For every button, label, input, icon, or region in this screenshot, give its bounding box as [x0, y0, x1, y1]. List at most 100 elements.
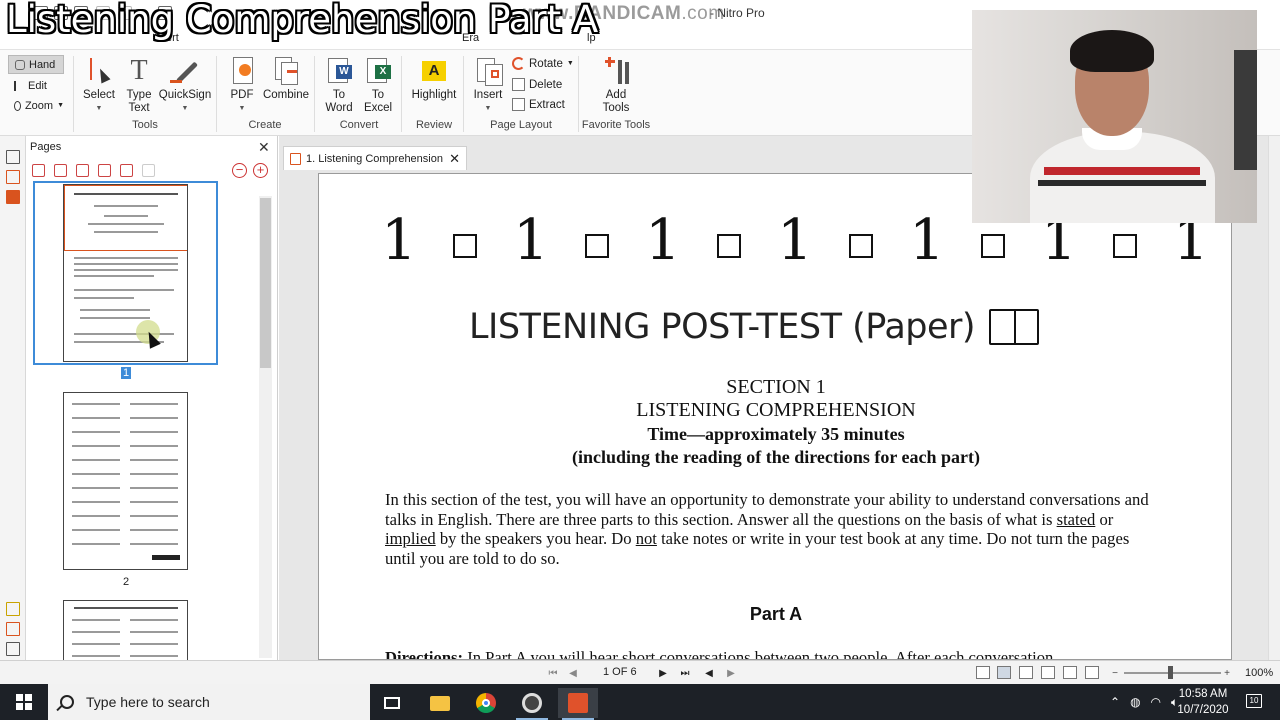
insert-page-icon [473, 56, 503, 86]
taskbar-clock[interactable]: 10:58 AM 10/7/2020 [1168, 686, 1238, 718]
box-row-digit: 1 [513, 208, 549, 273]
delete-icon[interactable] [76, 164, 89, 177]
fit-width-icon[interactable] [1085, 666, 1099, 679]
wifi-icon[interactable]: ◠ [1151, 695, 1161, 709]
recorder-app-icon[interactable] [512, 688, 552, 720]
page-indicator[interactable]: 1 OF 6 [603, 666, 637, 678]
para-implied: implied [385, 529, 436, 549]
select-button[interactable]: Select ▼ [83, 56, 115, 115]
bookmarks-icon[interactable] [6, 170, 20, 184]
comments-icon[interactable] [6, 602, 20, 616]
zoom-out-slider-icon[interactable]: − [1108, 666, 1122, 680]
zoom-tool-button[interactable]: Zoom ▼ [8, 96, 64, 115]
output-icon[interactable] [6, 642, 20, 656]
last-page-icon[interactable]: ⏭ [678, 666, 692, 680]
combine-button[interactable]: Combine [263, 56, 309, 102]
to-excel-label: To Excel [363, 89, 393, 114]
rotate-label: Rotate [529, 57, 563, 70]
rotate-icon [512, 57, 525, 70]
file-explorer-icon[interactable] [420, 688, 460, 718]
facing-view-icon[interactable] [1019, 666, 1033, 679]
select-cursor-icon [84, 56, 114, 86]
previous-view-icon[interactable]: ◀ [702, 666, 716, 680]
box-row-digit: 1 [777, 208, 813, 273]
document-scrollbar[interactable] [1268, 136, 1280, 660]
edit-tool-button[interactable]: Edit [8, 76, 64, 95]
ribbon-divider [463, 56, 464, 132]
select-label: Select [83, 89, 115, 101]
extract-page-icon [512, 98, 525, 111]
attachments-icon[interactable] [6, 190, 20, 204]
review-group-label: Review [415, 119, 453, 131]
zoom-out-icon[interactable]: − [232, 163, 247, 178]
add-tools-button[interactable]: Add Tools [595, 56, 637, 115]
rotate-right-icon[interactable] [54, 164, 67, 177]
para-part-2: by the speakers you hear. Do [435, 529, 636, 549]
edit-label: Edit [28, 79, 47, 92]
page-layout-group-label: Page Layout [490, 119, 552, 131]
rotate-button[interactable]: Rotate ▼ [512, 57, 574, 70]
delete-page-button[interactable]: Delete [512, 78, 562, 91]
to-excel-button[interactable]: X To Excel [363, 56, 393, 115]
square-box [1113, 234, 1137, 258]
zoom-in-icon[interactable]: + [253, 163, 268, 178]
para-stated: stated [1056, 509, 1096, 529]
fit-page-icon[interactable] [1063, 666, 1077, 679]
next-page-icon[interactable]: ▶ [656, 666, 670, 680]
square-box [453, 234, 477, 258]
status-bar: ⏮ ◀ 1 OF 6 ▶ ⏭ ◀ ▶ − + 100% [0, 660, 1280, 684]
box-row-digit: 1 [909, 208, 945, 273]
combine-label: Combine [262, 89, 310, 101]
task-view-icon[interactable] [372, 688, 412, 718]
ribbon-divider [314, 56, 315, 132]
pages-panel: Pages ✕ − + 1 2 [26, 136, 278, 660]
previous-page-icon[interactable]: ◀ [566, 666, 580, 680]
highlight-button[interactable]: A Highlight [409, 56, 459, 102]
pdf-button[interactable]: PDF ▼ [227, 56, 257, 115]
zoom-in-slider-icon[interactable]: + [1220, 666, 1234, 680]
next-view-icon[interactable]: ▶ [724, 666, 738, 680]
document-tab-label: 1. Listening Comprehension [306, 152, 443, 165]
to-word-label: To Word [325, 89, 353, 114]
signatures-icon[interactable] [6, 622, 20, 636]
pages-scrollbar-thumb[interactable] [260, 198, 271, 368]
pages-panel-icon[interactable] [6, 150, 20, 164]
presenter-hair [1070, 30, 1154, 72]
hand-tool-button[interactable]: Hand [8, 55, 64, 74]
chevron-down-icon: ▼ [57, 102, 64, 109]
continuous-view-icon[interactable] [997, 666, 1011, 679]
post-test-heading: LISTENING POST-TEST (Paper) [469, 307, 1069, 347]
first-page-icon[interactable]: ⏮ [546, 666, 560, 680]
chevron-down-icon: ▼ [181, 105, 189, 112]
nitro-pro-taskbar-icon[interactable] [558, 688, 598, 720]
chrome-icon[interactable] [466, 688, 506, 718]
zoom-slider-knob[interactable] [1167, 666, 1173, 679]
taskbar-search-box[interactable]: Type here to search [48, 684, 370, 720]
windows-start-icon[interactable] [16, 694, 32, 710]
nitro-pro-window: www.BANDICAM.com - Nitro Pro Listening C… [0, 0, 1280, 720]
page-number-2: 2 [123, 576, 130, 588]
insert-label: Insert [473, 89, 503, 101]
rotate-left-icon[interactable] [32, 164, 45, 177]
close-tab-icon[interactable]: ✕ [449, 151, 460, 167]
type-text-button[interactable]: T Type Text [124, 56, 154, 115]
close-icon[interactable]: ✕ [258, 139, 270, 156]
single-page-view-icon[interactable] [976, 666, 990, 679]
extract-icon[interactable] [120, 164, 133, 177]
highlight-icon: A [419, 56, 449, 86]
facing-continuous-view-icon[interactable] [1041, 666, 1055, 679]
network-icon[interactable]: ◍ [1130, 695, 1140, 709]
page-thumbnail-3[interactable] [63, 600, 188, 660]
page-thumbnail-1[interactable] [63, 184, 188, 362]
insert-icon[interactable] [98, 164, 111, 177]
quicksign-button[interactable]: QuickSign ▼ [159, 56, 211, 115]
insert-button[interactable]: Insert ▼ [472, 56, 504, 115]
replace-icon [142, 164, 155, 177]
chevron-up-icon[interactable]: ⌃ [1110, 695, 1120, 709]
notification-center-icon[interactable]: 10 [1246, 694, 1262, 708]
to-word-button[interactable]: W To Word [324, 56, 354, 115]
page-thumbnail-2[interactable] [63, 392, 188, 570]
extract-button[interactable]: Extract [512, 98, 565, 111]
zoom-level[interactable]: 100% [1245, 667, 1273, 679]
document-tab[interactable]: 1. Listening Comprehension ✕ [283, 146, 467, 170]
